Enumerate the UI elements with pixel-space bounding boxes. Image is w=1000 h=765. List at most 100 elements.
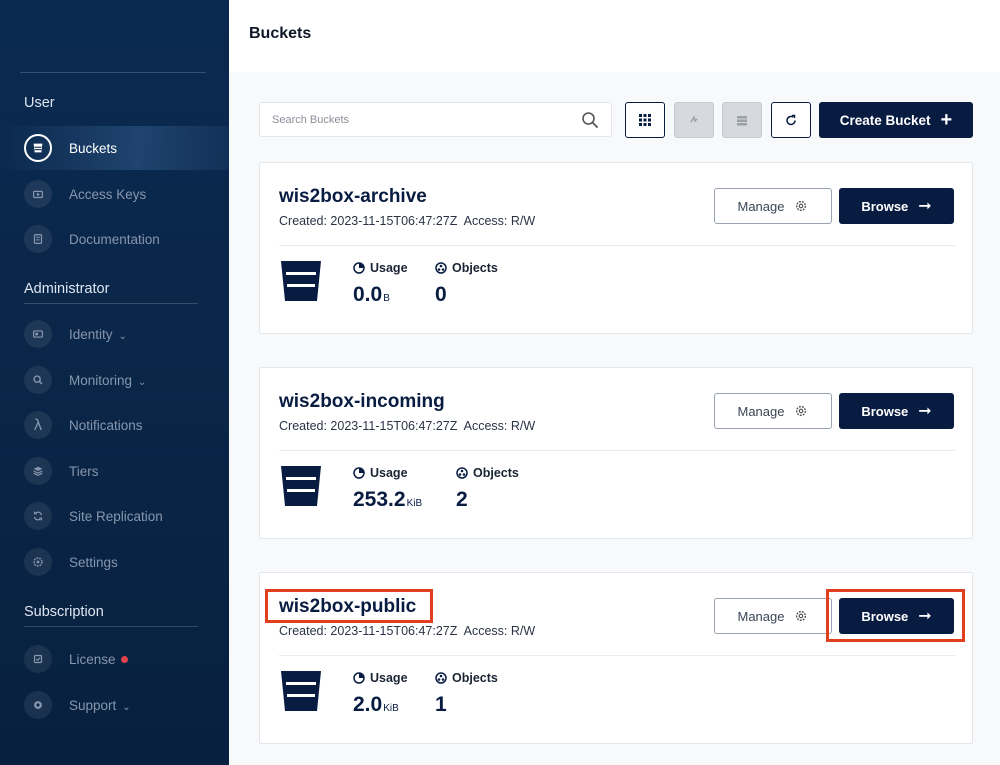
objects-icon (456, 467, 468, 479)
document-icon (24, 225, 52, 253)
stack-icon (737, 116, 747, 126)
manage-button[interactable]: Manage (714, 598, 832, 634)
bucket-meta: Created: 2023-11-15T06:47:27Z Access: R/… (279, 214, 536, 228)
arrow-right-icon: ➞ (918, 403, 932, 420)
sidebar-section-subscription: Subscription (24, 604, 104, 620)
objects-value: 0 (435, 283, 447, 306)
sidebar-divider (24, 303, 198, 304)
highlight-browse-button (826, 589, 965, 642)
create-bucket-button[interactable]: Create Bucket + (819, 102, 973, 138)
browse-button[interactable]: Browse ➞ (839, 393, 954, 429)
objects-icon (435, 262, 447, 274)
bucket-icon (281, 261, 321, 301)
card-divider (279, 655, 955, 656)
sidebar-section-administrator: Administrator (24, 281, 110, 297)
sidebar-item-identity[interactable]: Identity ⌄ (0, 312, 229, 356)
search-box[interactable] (259, 102, 612, 137)
bucket-card: wis2box-incoming Created: 2023-11-15T06:… (259, 367, 973, 539)
create-bucket-label: Create Bucket (839, 112, 931, 128)
magnifier-icon (24, 366, 52, 394)
usage-unit: KiB (383, 703, 399, 714)
sidebar-item-site-replication[interactable]: Site Replication (0, 494, 229, 538)
sidebar-top-divider (20, 72, 206, 73)
plus-icon: + (940, 109, 953, 131)
replicate-icon (690, 115, 698, 123)
key-icon (24, 180, 52, 208)
objects-icon (435, 672, 447, 684)
pie-chart-icon (353, 467, 365, 479)
license-icon (24, 645, 52, 673)
gear-icon (796, 610, 807, 622)
sidebar-item-monitoring[interactable]: Monitoring ⌄ (0, 358, 229, 402)
sidebar: User Buckets Access Keys Documentation A… (0, 0, 229, 765)
browse-button[interactable]: Browse ➞ (839, 188, 954, 224)
chevron-down-icon[interactable]: ⌄ (122, 702, 130, 713)
refresh-button[interactable] (771, 102, 811, 138)
usage-unit: B (383, 293, 390, 304)
gear-icon (24, 548, 52, 576)
usage-stat: Usage 2.0KiB (353, 671, 408, 716)
sidebar-item-label: Identity ⌄ (69, 326, 127, 342)
sidebar-item-label: Site Replication (69, 508, 163, 524)
sidebar-item-label: Buckets (69, 140, 118, 156)
usage-stat: Usage 0.0B (353, 261, 408, 306)
manage-button[interactable]: Manage (714, 188, 832, 224)
sidebar-item-label: Monitoring ⌄ (69, 372, 147, 388)
pie-chart-icon (353, 262, 365, 274)
bucket-meta: Created: 2023-11-15T06:47:27Z Access: R/… (279, 624, 536, 638)
sidebar-item-label: Tiers (69, 463, 99, 479)
sidebar-item-tiers[interactable]: Tiers (0, 449, 229, 493)
lambda-icon: λ (24, 411, 52, 439)
sidebar-item-label: Documentation (69, 231, 160, 247)
pie-chart-icon (353, 672, 365, 684)
replication-button[interactable] (674, 102, 714, 138)
sidebar-item-label: Settings (69, 554, 118, 570)
chevron-down-icon[interactable]: ⌄ (119, 331, 127, 342)
bucket-icon (281, 671, 321, 711)
sidebar-item-label: Support ⌄ (69, 697, 131, 713)
arrow-right-icon: ➞ (918, 198, 932, 215)
objects-stat: Objects 0 (435, 261, 498, 306)
manage-button[interactable]: Manage (714, 393, 832, 429)
bucket-icon (24, 134, 52, 162)
bucket-meta: Created: 2023-11-15T06:47:27Z Access: R/… (279, 419, 536, 433)
sidebar-item-notifications[interactable]: λ Notifications (0, 403, 229, 447)
highlight-bucket-name (265, 589, 433, 623)
sidebar-item-buckets[interactable]: Buckets (0, 126, 229, 170)
bucket-card: wis2box-archive Created: 2023-11-15T06:4… (259, 162, 973, 334)
usage-unit: KiB (406, 498, 423, 509)
bucket-name[interactable]: wis2box-incoming (279, 391, 445, 413)
support-icon (24, 691, 52, 719)
sidebar-item-settings[interactable]: Settings (0, 540, 229, 584)
card-divider (279, 450, 955, 451)
gear-icon (796, 200, 807, 212)
objects-value: 1 (435, 693, 447, 716)
chevron-down-icon[interactable]: ⌄ (138, 377, 146, 388)
lifecycle-button[interactable] (722, 102, 762, 138)
sidebar-item-access-keys[interactable]: Access Keys (0, 172, 229, 216)
usage-stat: Usage 253.2KiB (353, 466, 423, 511)
sidebar-item-label: Notifications (69, 417, 143, 433)
gear-icon (796, 405, 807, 417)
grid-icon (639, 114, 651, 126)
search-input[interactable] (272, 103, 572, 136)
main-content: Create Bucket + wis2box-archive Created:… (229, 72, 1000, 765)
sidebar-item-documentation[interactable]: Documentation (0, 217, 229, 261)
usage-value: 2.0 (353, 693, 383, 716)
page-title: Buckets (249, 25, 312, 42)
notification-dot (120, 656, 128, 664)
sync-icon (24, 502, 52, 530)
search-icon[interactable] (581, 111, 599, 129)
objects-stat: Objects 1 (435, 671, 498, 716)
sidebar-item-support[interactable]: Support ⌄ (0, 683, 229, 727)
sidebar-item-license[interactable]: License (0, 637, 229, 681)
bucket-icon (281, 466, 321, 506)
grid-view-button[interactable] (625, 102, 665, 138)
sidebar-section-user: User (24, 95, 55, 111)
bucket-name[interactable]: wis2box-archive (279, 186, 427, 208)
sidebar-item-label: License (69, 652, 128, 667)
usage-value: 253.2 (353, 488, 406, 511)
id-card-icon (24, 320, 52, 348)
card-divider (279, 245, 955, 246)
page-header: Buckets (229, 0, 1000, 72)
